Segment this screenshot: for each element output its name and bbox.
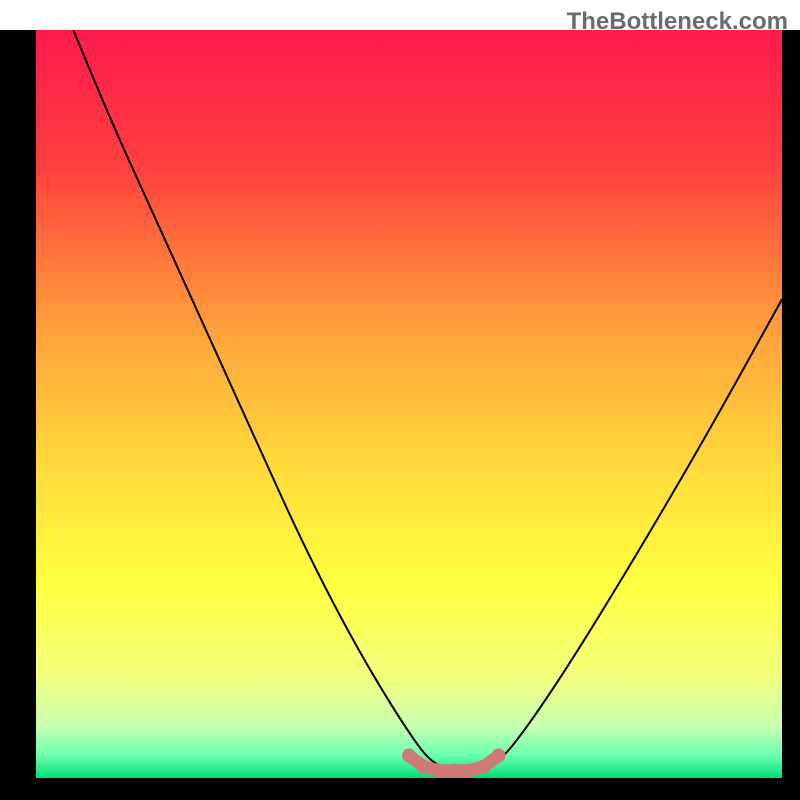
- gradient-background: [36, 30, 782, 778]
- chart-container: TheBottleneck.com: [0, 0, 800, 800]
- highlight-point: [432, 764, 446, 778]
- plot-area: [36, 30, 782, 778]
- highlight-point: [402, 749, 416, 763]
- highlight-point: [477, 760, 491, 774]
- watermark-text: TheBottleneck.com: [567, 8, 788, 36]
- frame-right: [782, 30, 800, 800]
- highlight-point: [462, 764, 476, 778]
- chart-svg: [36, 30, 782, 778]
- highlight-point: [447, 764, 461, 778]
- highlight-point: [492, 749, 506, 763]
- frame-bottom: [0, 778, 800, 800]
- highlight-point: [417, 760, 431, 774]
- frame-left: [0, 30, 36, 800]
